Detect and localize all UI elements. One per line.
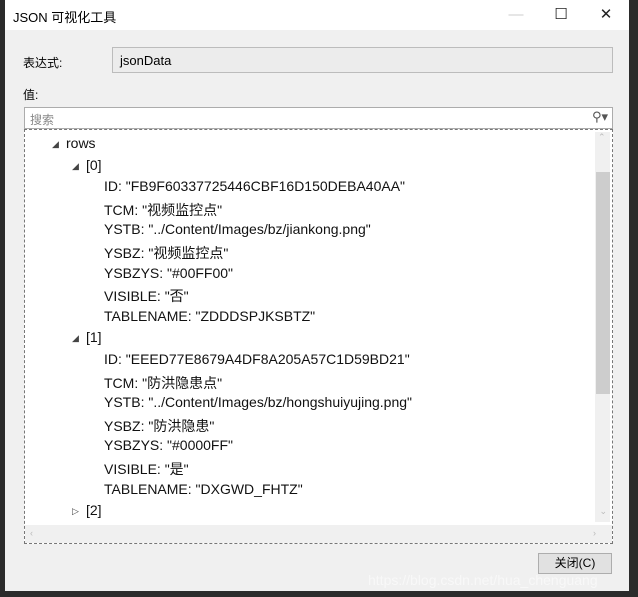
search-icon[interactable]: ⚲▾ bbox=[592, 109, 608, 125]
collapsed-arrow-icon[interactable]: ▷ bbox=[72, 506, 79, 517]
expanded-arrow-icon[interactable]: ◢ bbox=[72, 161, 79, 172]
expanded-arrow-icon[interactable]: ◢ bbox=[72, 333, 79, 344]
close-window-button[interactable]: ✕ bbox=[583, 0, 629, 30]
tree-node-item[interactable]: [1] bbox=[86, 329, 102, 345]
window-title: JSON 可视化工具 bbox=[13, 10, 117, 25]
search-input[interactable]: 搜索 ⚲▾ bbox=[24, 107, 613, 129]
tree-leaf-property[interactable]: TABLENAME: "ZDDDSPJKSBTZ" bbox=[104, 308, 315, 324]
tree-node-item[interactable]: [2] bbox=[86, 502, 102, 518]
value-label: 值: bbox=[23, 88, 39, 102]
scroll-down-icon[interactable]: ⌄ bbox=[599, 506, 607, 517]
tree-leaf-property[interactable]: YSBZ: "防洪隐患" bbox=[104, 416, 214, 436]
watermark: https://blog.csdn.net/hua_chenguang bbox=[368, 572, 598, 588]
tree-leaf-property[interactable]: YSBZ: "视频监控点" bbox=[104, 243, 228, 263]
scroll-left-icon[interactable]: ‹ bbox=[30, 528, 33, 538]
tree-leaf-property[interactable]: TCM: "视频监控点" bbox=[104, 200, 222, 220]
tree-leaf-property[interactable]: VISIBLE: "否" bbox=[104, 286, 189, 306]
tree-leaf-property[interactable]: TCM: "防洪隐患点" bbox=[104, 373, 222, 393]
tree-node-rows[interactable]: rows bbox=[66, 135, 96, 151]
tree-leaf-property[interactable]: YSBZYS: "#0000FF" bbox=[104, 437, 233, 453]
horizontal-scrollbar[interactable]: ‹ › bbox=[25, 525, 612, 543]
expression-field[interactable]: jsonData bbox=[112, 47, 613, 73]
tree-leaf-property[interactable]: TABLENAME: "DXGWD_FHTZ" bbox=[104, 481, 303, 497]
close-button[interactable]: 关闭(C) bbox=[538, 553, 612, 574]
tree-leaf-property[interactable]: ID: "EEED77E8679A4DF8A205A57C1D59BD21" bbox=[104, 351, 410, 367]
expression-label: 表达式: bbox=[23, 56, 63, 70]
tree-leaf-property[interactable]: VISIBLE: "是" bbox=[104, 459, 189, 479]
scrollbar-thumb[interactable] bbox=[596, 172, 610, 394]
tree-leaf-property[interactable]: ID: "FB9F60337725446CBF16D150DEBA40AA" bbox=[104, 178, 405, 194]
minimize-button[interactable]: — bbox=[493, 0, 539, 30]
scroll-up-icon[interactable]: ⌃ bbox=[598, 132, 606, 143]
maximize-button[interactable]: ☐ bbox=[538, 0, 584, 30]
tree-leaf-property[interactable]: YSTB: "../Content/Images/bz/jiankong.png… bbox=[104, 221, 371, 237]
tree-node-item[interactable]: [0] bbox=[86, 157, 102, 173]
title-bar: JSON 可视化工具 — ☐ ✕ bbox=[5, 0, 629, 30]
tree-leaf-property[interactable]: YSBZYS: "#00FF00" bbox=[104, 265, 233, 281]
json-visualizer-window: JSON 可视化工具 — ☐ ✕ 表达式: jsonData 值: 搜索 ⚲▾ … bbox=[5, 0, 629, 591]
tree-leaf-property[interactable]: YSTB: "../Content/Images/bz/hongshuiyuji… bbox=[104, 394, 412, 410]
vertical-scrollbar[interactable]: ⌃ bbox=[595, 132, 610, 522]
search-placeholder: 搜索 bbox=[30, 113, 55, 127]
expanded-arrow-icon[interactable]: ◢ bbox=[52, 139, 59, 150]
scroll-right-icon[interactable]: › bbox=[593, 528, 596, 538]
value-tree[interactable]: ⌃ ⌄ ‹ › ◢ rows ◢ [0] ID: "FB9F60337725446CBF… bbox=[24, 129, 613, 544]
